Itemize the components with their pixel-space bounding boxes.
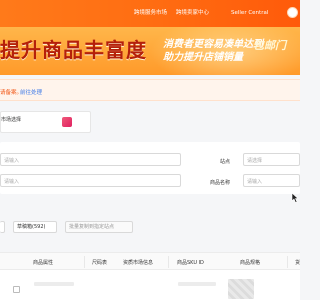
mouse-cursor-icon — [291, 193, 299, 203]
table-header: 商品属性 尺码表 资质市场信息 商品SKU ID 商品规格 货 — [0, 252, 300, 270]
column-divider — [168, 256, 169, 268]
tab-partial[interactable] — [0, 221, 5, 233]
banner-headline: 提升商品丰富度 — [0, 38, 147, 62]
banner-promo-line1: 消费者更容易凑单达到 — [163, 39, 263, 50]
filter-input-2[interactable]: 请输入 — [0, 174, 181, 187]
filter-input-2-placeholder: 请输入 — [4, 179, 20, 185]
banner-badge: 包邮门 — [253, 39, 286, 52]
filter-input-1-placeholder: 请输入 — [4, 158, 20, 164]
promo-banner[interactable]: 提升商品丰富度 消费者更容易凑单达到 助力提升店铺销量 包邮门 — [0, 27, 300, 75]
filter-panel: 请输入 请输入 站点 商品名称 请选择 请输入 — [0, 142, 300, 194]
column-divider — [287, 256, 288, 268]
nav-cross-border-seller-center[interactable]: 跨境卖家中心 — [176, 8, 209, 18]
filter-input-1[interactable]: 请输入 — [0, 153, 181, 166]
list-tabs: 草稿箱(592) 批量复制到指定站点 — [0, 220, 300, 234]
table-row[interactable] — [0, 270, 300, 300]
product-image — [228, 279, 254, 299]
product-name-label: 商品名称 — [210, 180, 231, 186]
top-bar: 跨境服务市场 跨境卖家中心 Seller Central — [0, 0, 300, 27]
market-logo-icon — [62, 117, 72, 127]
column-header-attributes: 商品属性 — [33, 260, 54, 266]
notice-link[interactable]: 前往处理 — [20, 88, 42, 96]
notice-bar: 请备案。 前往处理 — [0, 79, 300, 101]
column-header-qualification: 资质市场信息 — [123, 260, 154, 266]
batch-copy-button[interactable]: 批量复制到指定站点 — [65, 221, 133, 233]
nav-cross-border-service-market[interactable]: 跨境服务市场 — [134, 8, 167, 18]
market-selector[interactable]: 市场选择 — [0, 111, 91, 133]
row-checkbox[interactable] — [13, 286, 20, 293]
site-select[interactable]: 请选择 — [243, 153, 300, 166]
column-header-sku-id: 商品SKU ID — [177, 260, 204, 266]
row-placeholder-bar — [178, 282, 216, 286]
product-name-input[interactable]: 请输入 — [243, 174, 300, 187]
product-name-input-placeholder: 请输入 — [247, 179, 263, 185]
market-selector-label: 市场选择 — [1, 117, 22, 123]
column-header-spec: 商品规格 — [240, 260, 261, 266]
column-header-stock: 货 — [295, 260, 301, 266]
banner-promo-line2: 助力提升店铺销量 — [163, 52, 243, 63]
site-select-placeholder: 请选择 — [247, 158, 263, 164]
column-divider — [84, 256, 85, 268]
avatar[interactable] — [287, 7, 298, 18]
column-header-size-chart: 尺码表 — [92, 260, 108, 266]
notice-text: 请备案。 — [0, 90, 23, 96]
site-label: 站点 — [220, 159, 231, 165]
row-placeholder-bar — [34, 282, 74, 286]
nav-seller-central[interactable]: Seller Central — [231, 8, 268, 18]
tab-drafts[interactable]: 草稿箱(592) — [13, 221, 57, 233]
